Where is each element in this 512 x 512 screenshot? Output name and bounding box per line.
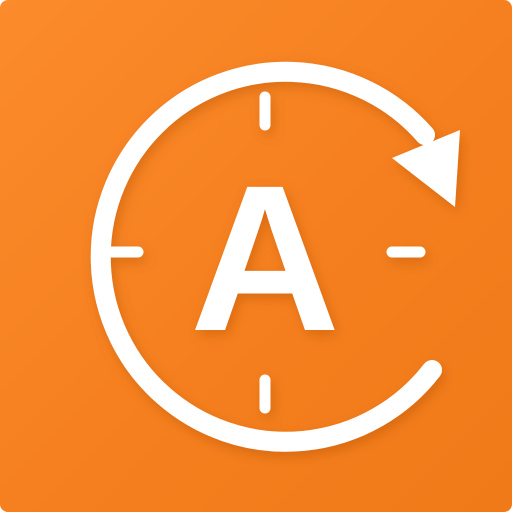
app-icon-graphic: A	[90, 61, 460, 452]
app-icon-tile: A	[0, 0, 512, 512]
auto-letter: A	[190, 143, 340, 375]
